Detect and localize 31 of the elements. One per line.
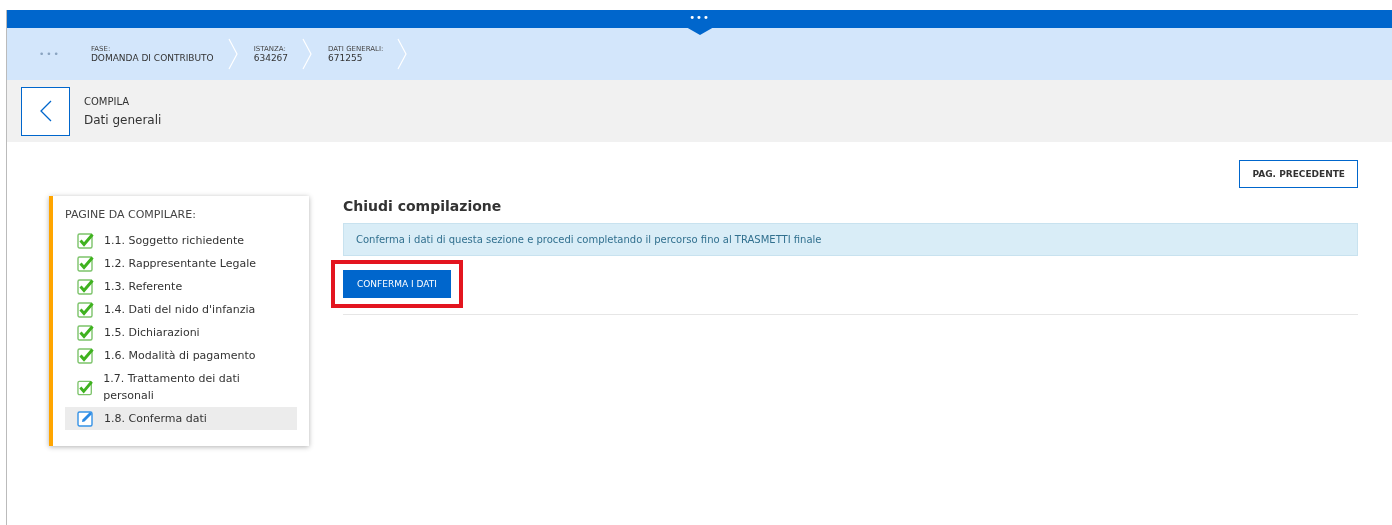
checkbox-checked-icon <box>77 255 94 272</box>
checkbox-checked-icon <box>77 278 94 295</box>
chevron-icon <box>397 38 408 70</box>
section-title: Chiudi compilazione <box>343 198 503 214</box>
checkbox-checked-icon <box>77 232 94 249</box>
checkbox-checked-icon <box>77 378 94 396</box>
back-button[interactable] <box>21 86 70 136</box>
notch-icon <box>685 27 714 35</box>
page-item[interactable]: 1.8. Conferma dati <box>65 407 297 430</box>
page-item[interactable]: 1.2. Rappresentante Legale <box>65 252 297 275</box>
page-item[interactable]: 1.6. Modalità di pagamento <box>65 344 297 367</box>
page-item[interactable]: 1.4. Dati del nido d'infanzia <box>65 298 297 321</box>
info-message: Conferma i dati di questa sezione e procedi completando il percorso fino al TRASMETTI finale <box>343 223 1358 256</box>
edit-icon <box>77 410 94 427</box>
header-overline: COMPILA <box>84 95 131 107</box>
checkbox-checked-icon <box>77 347 94 364</box>
chevron-icon <box>302 38 313 70</box>
page-item[interactable]: 1.3. Referente <box>65 275 297 298</box>
checkbox-checked-icon <box>77 324 94 341</box>
step-value[interactable]: 671255 <box>328 53 384 63</box>
confirm-button[interactable]: CONFERMA I DATI <box>343 270 451 298</box>
page-item[interactable]: 1.5. Dichiarazioni <box>65 321 297 344</box>
step-value[interactable]: 634267 <box>253 53 289 63</box>
page-item[interactable]: 1.7. Trattamento dei dati personali <box>65 367 297 407</box>
previous-page-button[interactable]: PAG. PRECEDENTE <box>1239 160 1358 188</box>
step-value[interactable]: DOMANDA DI CONTRIBUTO <box>90 53 214 63</box>
chevron-icon <box>227 38 238 70</box>
checkbox-checked-icon <box>77 301 94 318</box>
header-title: Dati generali <box>84 112 162 127</box>
page-item[interactable]: 1.1. Soggetto richiedente <box>65 229 297 252</box>
card-title: PAGINE DA COMPILARE: <box>65 208 197 221</box>
